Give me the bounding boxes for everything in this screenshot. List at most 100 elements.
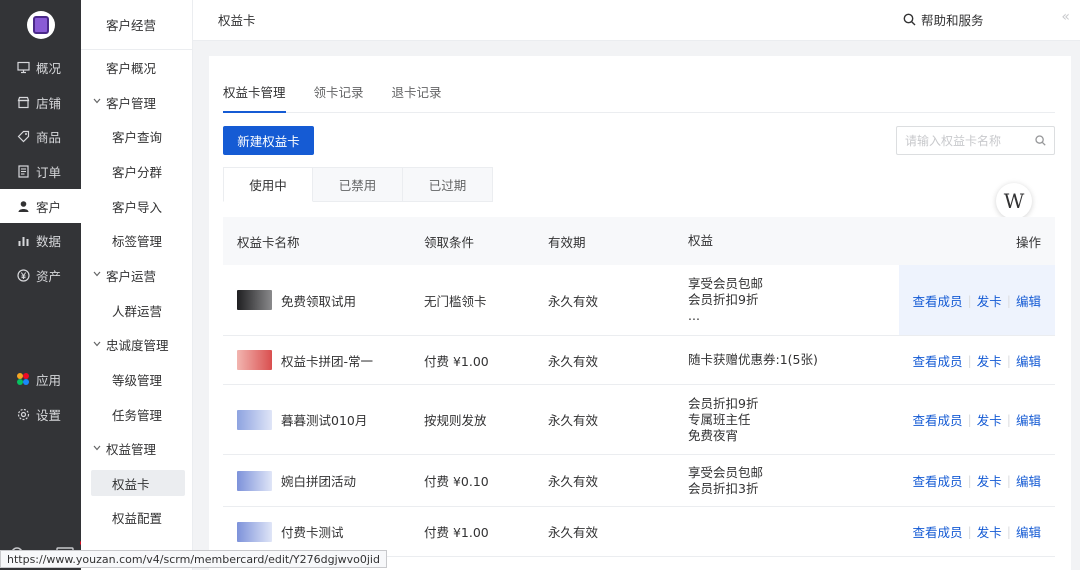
secondary-sidebar: 客户经营 客户概况 客户管理客户查询客户分群客户导入标签管理客户运营人群运营忠诚度… xyxy=(81,0,193,570)
card-name: 免费领取试用 xyxy=(281,293,357,309)
sidebar-item-label: 权益卡 xyxy=(112,476,150,492)
nav-item-bottom-0[interactable]: 应用 xyxy=(0,362,81,397)
nav-item-main-4[interactable]: 客户 xyxy=(0,188,81,224)
status-filter-tabs: 使用中 已禁用 已过期 xyxy=(223,167,493,202)
sidebar-item-label: 权益配置 xyxy=(112,511,163,527)
divider: | xyxy=(967,352,972,368)
condition-cell: 付费 ¥1.00 xyxy=(424,353,489,369)
issue-card-link[interactable]: 发卡 xyxy=(977,522,1002,541)
chevron-down-icon xyxy=(93,340,103,350)
sidebar-item-9[interactable]: 等级管理 xyxy=(81,362,193,397)
nav-item-main-1[interactable]: 店铺 xyxy=(0,85,81,120)
nav-group-11[interactable]: 权益管理 xyxy=(81,432,193,467)
sidebar-item-label: 客户分群 xyxy=(112,164,163,180)
issue-card-link[interactable]: 发卡 xyxy=(977,351,1002,370)
store-icon xyxy=(16,95,30,109)
nav-item-label: 店铺 xyxy=(36,95,62,111)
collapse-icon[interactable]: « xyxy=(1061,9,1070,25)
nav-item-main-0[interactable]: 概况 xyxy=(0,50,81,85)
edit-link[interactable]: 编辑 xyxy=(1016,522,1041,541)
chevron-down-icon xyxy=(93,444,103,454)
table-header: 权益卡名称 领取条件 有效期 权益 操作 xyxy=(223,217,1055,265)
condition-cell: 付费 ¥0.10 xyxy=(424,474,489,489)
issue-card-link[interactable]: 发卡 xyxy=(977,471,1002,490)
issue-card-link[interactable]: 发卡 xyxy=(977,291,1002,310)
divider: | xyxy=(1006,524,1011,539)
sidebar-item-label: 标签管理 xyxy=(112,234,163,250)
search-icon[interactable] xyxy=(1035,135,1046,146)
card-thumbnail xyxy=(237,521,272,542)
benefits-cell: 享受会员包邮 会员折扣9折... xyxy=(688,276,899,324)
issue-card-link[interactable]: 发卡 xyxy=(977,410,1002,429)
sidebar-item-label: 人群运营 xyxy=(112,303,163,319)
view-members-link[interactable]: 查看成员 xyxy=(913,351,963,370)
edit-link[interactable]: 编辑 xyxy=(1016,351,1041,370)
sidebar-item-3[interactable]: 客户分群 xyxy=(81,154,193,189)
benefit-line: 享受会员包邮 xyxy=(688,276,764,291)
view-members-link[interactable]: 查看成员 xyxy=(913,471,963,490)
edit-link[interactable]: 编辑 xyxy=(1016,410,1041,429)
table-row: 暮暮测试010月 按规则发放 永久有效 会员折扣9折 专属班主任 免费夜宵 查看成员 | 发卡 |… xyxy=(223,385,1055,455)
sidebar-item-label: 权益管理 xyxy=(106,442,157,458)
sidebar-item-5[interactable]: 标签管理 xyxy=(81,223,193,258)
sidebar-item-0[interactable]: 客户概况 xyxy=(81,50,193,85)
edit-link[interactable]: 编辑 xyxy=(1016,471,1041,490)
actions-cell: 查看成员 | 发卡 | 编辑 xyxy=(899,385,1055,454)
search-input[interactable] xyxy=(905,133,1035,148)
help-link[interactable]: 帮助和服务 xyxy=(903,10,984,29)
tag-icon xyxy=(16,130,30,144)
nav-item-label: 应用 xyxy=(36,372,62,388)
actions-cell: 查看成员 | 发卡 | 编辑 xyxy=(899,455,1055,506)
status-tab-0[interactable]: 使用中 xyxy=(223,167,313,202)
column-header: 权益卡名称 xyxy=(237,234,300,250)
nav-item-main-2[interactable]: 商品 xyxy=(0,119,81,154)
tab-2[interactable]: 退卡记录 xyxy=(392,72,442,112)
sidebar-item-label: 客户查询 xyxy=(112,130,163,146)
status-tab-2[interactable]: 已过期 xyxy=(403,167,493,202)
divider: | xyxy=(967,412,972,427)
divider: | xyxy=(1006,473,1011,488)
actions-cell: 查看成员 | 发卡 | 编辑 xyxy=(899,507,1055,556)
new-card-button[interactable]: 新建权益卡 xyxy=(223,126,314,155)
chevron-down-icon xyxy=(93,97,103,107)
sidebar-item-10[interactable]: 任务管理 xyxy=(81,397,193,432)
nav-item-main-5[interactable]: 数据 xyxy=(0,223,81,258)
nav-item-label: 设置 xyxy=(36,407,62,423)
nav-item-bottom-1[interactable]: 设置 xyxy=(0,397,81,432)
primary-nav-list: 概况店铺商品订单客户 数据 资产 xyxy=(0,50,81,293)
nav-item-main-6[interactable]: 资产 xyxy=(0,258,81,293)
card-name: 付费卡测试 xyxy=(281,525,344,540)
cards-table: 权益卡名称 领取条件 有效期 权益 操作 免费领取试用 无门槛领卡 永久有效 享受会员包邮 会员… xyxy=(223,217,1055,557)
app-logo[interactable] xyxy=(26,11,55,39)
status-tab-1[interactable]: 已禁用 xyxy=(313,167,403,202)
user-icon xyxy=(16,199,30,213)
nav-item-main-3[interactable]: 订单 xyxy=(0,154,81,189)
search-box xyxy=(896,126,1055,155)
benefit-line: 随卡获赠优惠券:1(5张) xyxy=(688,352,818,367)
sidebar-item-4[interactable]: 客户导入 xyxy=(81,189,193,224)
sidebar-item-7[interactable]: 人群运营 xyxy=(81,293,193,328)
validity-cell: 永久有效 xyxy=(548,293,599,309)
view-members-link[interactable]: 查看成员 xyxy=(913,291,963,310)
nav-group-6[interactable]: 客户运营 xyxy=(81,258,193,293)
sidebar-item-label: 忠诚度管理 xyxy=(106,338,169,354)
view-members-link[interactable]: 查看成员 xyxy=(913,410,963,429)
nav-item-label: 订单 xyxy=(36,164,62,180)
edit-link[interactable]: 编辑 xyxy=(1016,291,1041,310)
secondary-sidebar-title: 客户经营 xyxy=(81,0,192,50)
sidebar-item-13[interactable]: 权益配置 xyxy=(81,500,193,535)
sidebar-item-2[interactable]: 客户查询 xyxy=(81,119,193,154)
tab-1[interactable]: 领卡记录 xyxy=(314,72,364,112)
table-row: 免费领取试用 无门槛领卡 永久有效 享受会员包邮 会员折扣9折... 查看成员 | 发卡 | 编辑 xyxy=(223,265,1055,336)
nav-group-1[interactable]: 客户管理 xyxy=(81,85,193,120)
monitor-icon xyxy=(16,60,30,74)
tab-0[interactable]: 权益卡管理 xyxy=(223,72,286,113)
card-name: 权益卡拼团-常一 xyxy=(281,353,374,369)
nav-group-8[interactable]: 忠诚度管理 xyxy=(81,328,193,363)
condition-cell: 按规则发放 xyxy=(424,413,487,428)
view-members-link[interactable]: 查看成员 xyxy=(913,522,963,541)
benefit-line: ... xyxy=(688,308,700,323)
sidebar-item-label: 等级管理 xyxy=(112,373,163,389)
floating-w-badge[interactable]: W xyxy=(996,183,1032,219)
sidebar-item-12[interactable]: 权益卡 xyxy=(91,470,185,497)
